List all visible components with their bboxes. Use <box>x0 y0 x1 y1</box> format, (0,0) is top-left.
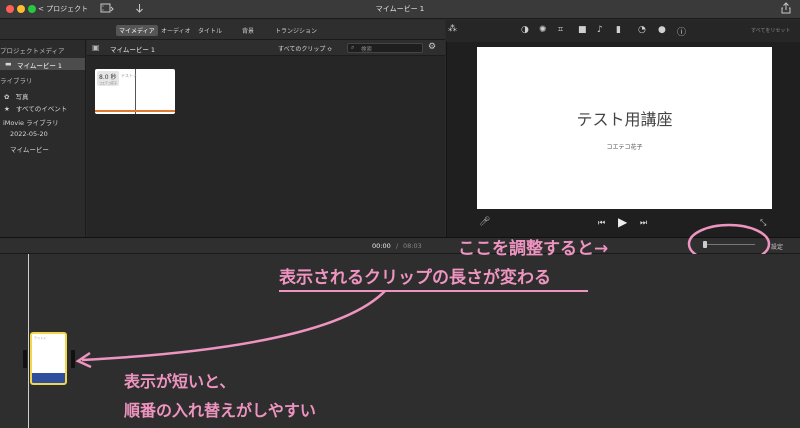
clip-caption: テストメ <box>121 73 137 78</box>
timeline-clip-audio-band <box>32 373 65 383</box>
color-correction-icon[interactable]: ✺ <box>539 25 547 35</box>
share-icon[interactable] <box>781 2 791 17</box>
timeline-clip-caption: テストメ <box>34 336 47 340</box>
library-sidebar: プロジェクトメディア ▬ マイムービー 1 ライブラリ ✿ 写真 ★ すべてのイ… <box>0 40 86 237</box>
tab-backgrounds[interactable]: 背景 <box>239 25 257 36</box>
preview-subtitle-text: コエテコ花子 <box>606 144 643 151</box>
timeline-toolbar: 00:00 / 08:03 設定 <box>0 237 800 254</box>
reset-all-button[interactable]: すべてをリセット <box>751 27 790 34</box>
sidebar-item-event-date[interactable]: 2022-05-20 <box>10 130 48 138</box>
equalizer-icon[interactable]: ▮ <box>616 25 621 35</box>
tab-titles[interactable]: タイトル <box>195 25 225 36</box>
sidebar-item-event-name-label: マイムービー <box>10 146 49 154</box>
clip-duration: 8.0 秒 <box>99 74 117 81</box>
skip-back-icon[interactable]: ⏮︎ <box>598 218 605 228</box>
sidebar-item-event-name[interactable]: マイムービー <box>10 144 49 154</box>
film-icon: ▬ <box>5 60 12 68</box>
microphone-icon[interactable]: 🎤︎ <box>479 217 490 227</box>
media-tabs-bar: マイメディア オーディオ タイトル 背景 トランジション <box>0 20 445 40</box>
preview-title-text: テスト用講座 <box>576 110 673 129</box>
crop-icon[interactable]: ⌗ <box>558 25 563 35</box>
annotation-line-3: 表示が短いと、 <box>124 372 236 391</box>
library-header: ライブラリ <box>0 77 33 85</box>
adjustment-toolbar <box>446 20 800 42</box>
audio-waveform-bar <box>95 110 175 112</box>
skip-forward-icon[interactable]: ⏭︎ <box>640 218 647 228</box>
sidebar-item-all-events-label: すべてのイベント <box>15 105 68 113</box>
noise-reduction-icon[interactable]: ● <box>658 25 666 35</box>
time-separator: / <box>396 242 399 250</box>
window-title: マイムービー 1 <box>375 5 425 13</box>
volume-icon[interactable]: ♪ <box>597 25 603 35</box>
speed-icon[interactable]: ◔ <box>638 25 646 35</box>
sidebar-item-imovie-library-label: iMovie ライブラリ <box>3 119 59 127</box>
annotation-line-4: 順番の入れ替えがしやすい <box>124 401 316 420</box>
tab-my-media[interactable]: マイメディア <box>116 25 158 36</box>
clip-caption-sub: コエテコ花子 <box>99 81 118 85</box>
play-icon[interactable]: ▶ <box>618 215 627 229</box>
photos-icon: ✿ <box>4 93 10 101</box>
sidebar-item-project-label: マイムービー 1 <box>17 62 63 70</box>
timeline-clip[interactable]: テストメ <box>30 332 67 385</box>
sidebar-item-imovie-library[interactable]: iMovie ライブラリ <box>3 117 59 127</box>
total-time: 08:03 <box>403 242 422 250</box>
annotation-arrow <box>75 290 386 369</box>
sidebar-toggle-icon[interactable]: ▣ <box>92 43 100 52</box>
search-input[interactable]: ⌕ 検索 <box>347 43 423 53</box>
tab-transitions[interactable]: トランジション <box>272 25 320 36</box>
color-balance-icon[interactable]: ◑ <box>521 25 529 35</box>
project-media-header: プロジェクトメディア <box>0 47 65 55</box>
sidebar-item-photos[interactable]: ✿ 写真 <box>4 91 29 101</box>
clip-duration-badge: 8.0 秒 コエテコ花子 <box>97 71 119 86</box>
search-placeholder: 検索 <box>361 47 373 53</box>
sidebar-item-event-date-label: 2022-05-20 <box>10 130 48 138</box>
info-icon[interactable]: ⓘ <box>677 25 686 38</box>
clip-left-trim-handle[interactable] <box>23 350 27 368</box>
sidebar-item-project[interactable]: ▬ マイムービー 1 <box>0 58 85 70</box>
media-clip-thumbnail[interactable]: 8.0 秒 コエテコ花子 テストメ <box>95 69 175 114</box>
magic-wand-icon[interactable]: ⁂ <box>448 24 457 34</box>
sidebar-item-photos-label: 写真 <box>15 93 29 101</box>
current-time: 00:00 <box>372 242 391 250</box>
annotation-line-1: ここを調整すると→ <box>458 239 609 259</box>
clip-filter-dropdown[interactable]: すべてのクリップ ≎ <box>278 44 332 53</box>
playhead[interactable] <box>28 254 29 428</box>
timeline-settings-button[interactable]: 設定 <box>771 242 783 251</box>
settings-gear-icon[interactable]: ⚙ <box>428 42 436 52</box>
tab-audio[interactable]: オーディオ <box>158 25 194 36</box>
sidebar-item-all-events[interactable]: ★ すべてのイベント <box>4 103 67 113</box>
browser-title: マイムービー 1 <box>110 46 156 54</box>
search-icon: ⌕ <box>351 44 355 51</box>
stabilization-icon[interactable]: ■ <box>578 25 587 35</box>
star-icon: ★ <box>4 105 10 113</box>
